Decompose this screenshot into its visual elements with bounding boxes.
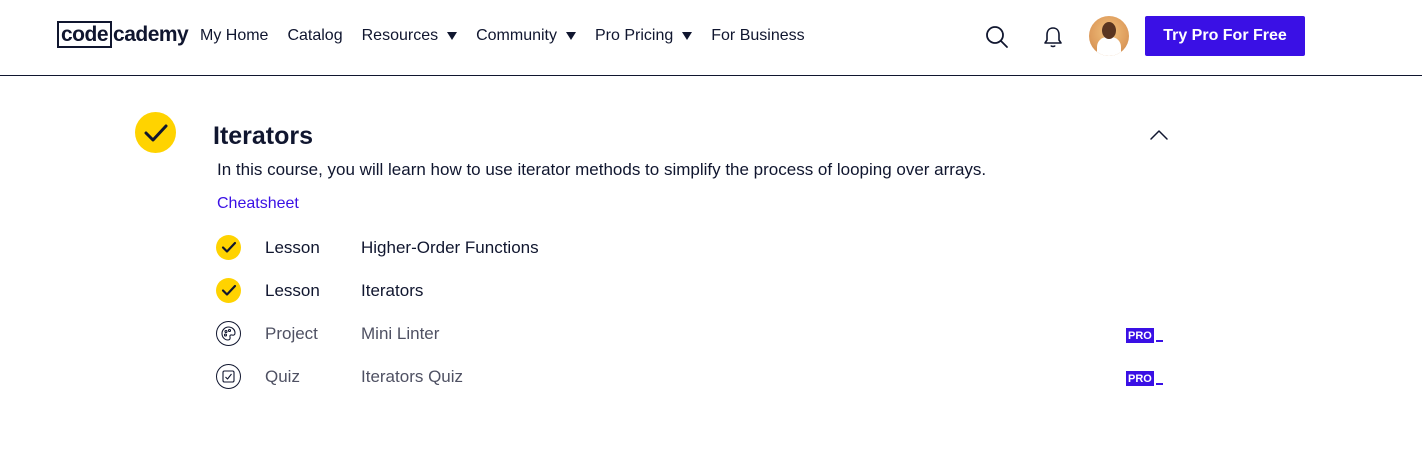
- bell-icon[interactable]: [1043, 25, 1063, 49]
- nav-my-home-label: My Home: [200, 27, 269, 44]
- module-item-mini-linter[interactable]: Project Mini Linter PRO: [216, 312, 1166, 355]
- nav-catalog[interactable]: Catalog: [287, 27, 342, 45]
- pro-badge-cursor: [1155, 340, 1163, 342]
- nav-pro-pricing-label: Pro Pricing: [595, 27, 674, 44]
- logo-cademy-part: cademy: [113, 22, 189, 46]
- quiz-icon: [216, 364, 241, 389]
- nav-community[interactable]: Community: [476, 27, 576, 45]
- nav-for-business[interactable]: For Business: [711, 27, 804, 45]
- item-name: Higher-Order Functions: [361, 238, 539, 257]
- pro-badge-label: PRO: [1126, 371, 1154, 386]
- nav-resources[interactable]: Resources: [361, 27, 458, 45]
- codecademy-logo[interactable]: code cademy: [57, 21, 189, 48]
- item-name: Iterators Quiz: [361, 367, 464, 386]
- module-item-iterators[interactable]: Lesson Iterators: [216, 269, 1166, 312]
- nav-for-business-label: For Business: [711, 27, 805, 44]
- module-title: Iterators: [213, 122, 314, 150]
- avatar-face: [1102, 22, 1116, 39]
- nav-my-home[interactable]: My Home: [200, 27, 268, 45]
- caret-down-icon: [682, 32, 693, 40]
- user-avatar[interactable]: [1089, 16, 1129, 56]
- main-nav: My Home Catalog Resources Community Pro …: [200, 24, 824, 48]
- pro-badge: PRO: [1126, 370, 1163, 386]
- item-type: Quiz: [265, 367, 300, 386]
- module-description: In this course, you will learn how to us…: [217, 160, 987, 179]
- item-name: Iterators: [361, 281, 424, 300]
- module-item-higher-order-functions[interactable]: Lesson Higher-Order Functions: [216, 226, 1166, 269]
- try-pro-button[interactable]: Try Pro For Free: [1145, 16, 1305, 56]
- caret-down-icon: [566, 32, 576, 40]
- project-icon: [216, 321, 241, 346]
- pro-badge-cursor: [1155, 383, 1163, 385]
- nav-pro-pricing[interactable]: Pro Pricing: [595, 27, 693, 45]
- nav-community-label: Community: [476, 27, 557, 44]
- pro-badge-label: PRO: [1126, 328, 1154, 343]
- site-header: code cademy My Home Catalog Resources Com…: [0, 0, 1422, 76]
- module-complete-check-icon: [135, 112, 176, 153]
- nav-catalog-label: Catalog: [287, 27, 343, 44]
- item-type: Lesson: [265, 238, 320, 257]
- complete-check-icon: [216, 278, 241, 303]
- item-type: Lesson: [265, 281, 320, 300]
- logo-code-part: code: [57, 21, 113, 48]
- module-item-iterators-quiz[interactable]: Quiz Iterators Quiz PRO: [216, 355, 1166, 398]
- item-type: Project: [265, 324, 318, 343]
- nav-resources-label: Resources: [361, 27, 439, 44]
- complete-check-icon: [216, 235, 241, 260]
- search-icon[interactable]: [985, 25, 1009, 49]
- module-item-list: Lesson Higher-Order Functions Lesson Ite…: [216, 226, 1166, 398]
- caret-down-icon: [447, 32, 458, 40]
- avatar-body: [1097, 37, 1121, 56]
- collapse-chevron-up-icon[interactable]: [1148, 124, 1170, 146]
- pro-badge: PRO: [1126, 327, 1163, 343]
- item-name: Mini Linter: [361, 324, 440, 343]
- cheatsheet-link[interactable]: Cheatsheet: [217, 194, 299, 214]
